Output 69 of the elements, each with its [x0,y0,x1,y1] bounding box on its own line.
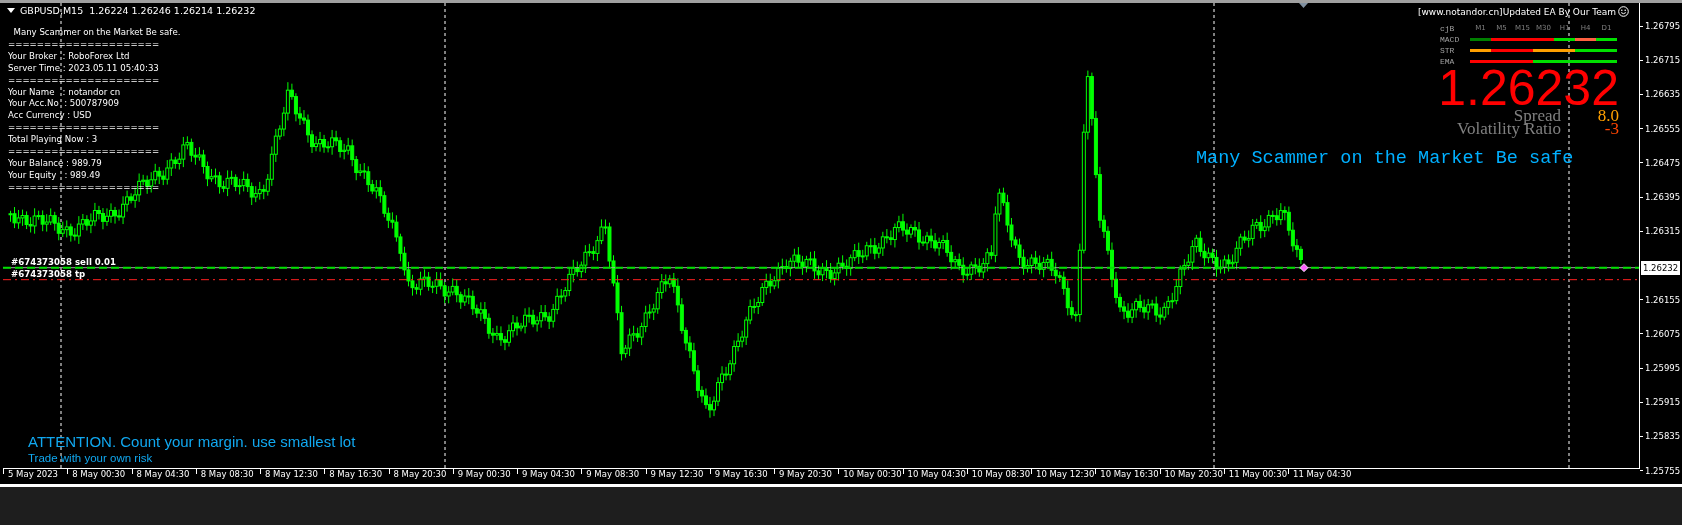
price-label: 1.26395 [1645,192,1681,202]
time-label: 8 May 16:30 [329,469,383,479]
signal-label: EMA [1440,56,1456,66]
price-label: 1.25835 [1645,431,1681,442]
info-line: Your Balance : 989.79 [8,157,102,170]
attention-note: Trade with your own risk [28,452,153,464]
price-label: 1.25755 [1645,465,1681,476]
time-label: 10 May 12:30 [1036,469,1095,479]
info-line: Your Acc.No : 500787909 [8,98,119,111]
info-line: Your Equity : 989.49 [8,169,101,182]
info-line: ===================== [8,74,160,87]
time-label: 11 May 04:30 [1293,469,1352,479]
spread-value: 8.0 [1596,108,1619,123]
order-label: #674373058 sell 0.01 [11,255,117,268]
dropdown-icon[interactable] [7,8,15,13]
price-label: 1.26475 [1645,157,1681,168]
time-label: 9 May 04:30 [522,469,575,479]
info-line: Many Scammer on the Market Be safe. [12,27,181,39]
order-line[interactable] [3,279,1639,281]
time-label: 10 May 00:30 [843,469,902,479]
price-label: 1.26555 [1645,123,1681,134]
smiley-icon [1618,6,1629,17]
order-line[interactable] [3,266,1639,269]
info-line: ===================== [8,38,160,51]
time-label: 9 May 12:30 [650,469,704,479]
info-line: ===================== [8,122,160,135]
volatility-value: -3 [1604,121,1619,136]
time-label: 8 May 04:30 [136,469,190,479]
current-price-tag: 1.26232 [1641,260,1681,275]
chart-title: GBPUSD,M15 1.26224 1.26246 1.26214 1.26232 [20,5,256,16]
signal-label: STR [1440,45,1456,55]
time-label: 5 May 2023 [8,469,59,479]
order-label: #674373058 tp [11,267,86,280]
signal-header: cjB [1440,23,1456,33]
ea-banner-text: [www.notandor.cn]Updated EA By Our Team [1417,6,1616,17]
time-label: 8 May 00:30 [72,469,126,479]
warning-text: Many Scammer on the Market Be safe [1196,148,1574,169]
time-label: 9 May 08:30 [586,469,640,479]
time-label: 11 May 00:30 [1228,469,1288,479]
time-label: 9 May 20:30 [779,469,832,479]
time-label: 10 May 08:30 [971,469,1031,479]
time-label: 9 May 00:30 [457,469,511,479]
price-label: 1.26315 [1645,226,1681,237]
signal-label: MACD [1440,34,1461,44]
info-line: Your Name : notandor cn [8,86,121,99]
price-label: 1.25915 [1645,397,1681,408]
time-label: 9 May 16:30 [714,469,768,479]
info-line: ===================== [8,146,160,158]
spread-label: Spread [1513,108,1561,123]
price-label: 1.26715 [1645,55,1681,66]
time-label: 8 May 20:30 [393,469,447,479]
time-label: 8 May 12:30 [265,469,318,479]
shift-marker-icon[interactable] [1299,3,1308,8]
time-label: 10 May 20:30 [1164,469,1223,479]
price-label: 1.25995 [1645,363,1681,373]
price-label: 1.26635 [1645,89,1681,100]
info-line: Total Playing Now : 3 [8,134,98,147]
time-label: 10 May 16:30 [1100,469,1159,479]
price-label: 1.26155 [1645,294,1681,305]
time-label: 8 May 08:30 [200,469,254,479]
attention-note: ATTENTION. Count your margin. use smallest lot [28,432,356,452]
info-line: Acc Currency : USD [8,110,92,123]
price-label: 1.26075 [1645,328,1681,339]
info-line: Server Time : 2023.05.11 05:40:33 [8,62,159,75]
time-label: 10 May 04:30 [907,469,966,479]
price-label: 1.26795 [1645,21,1681,31]
info-line: Your Broker : RoboForex Ltd [8,50,130,63]
current-price: 1.26232 [1438,66,1619,110]
order-marker-icon [1299,263,1309,273]
